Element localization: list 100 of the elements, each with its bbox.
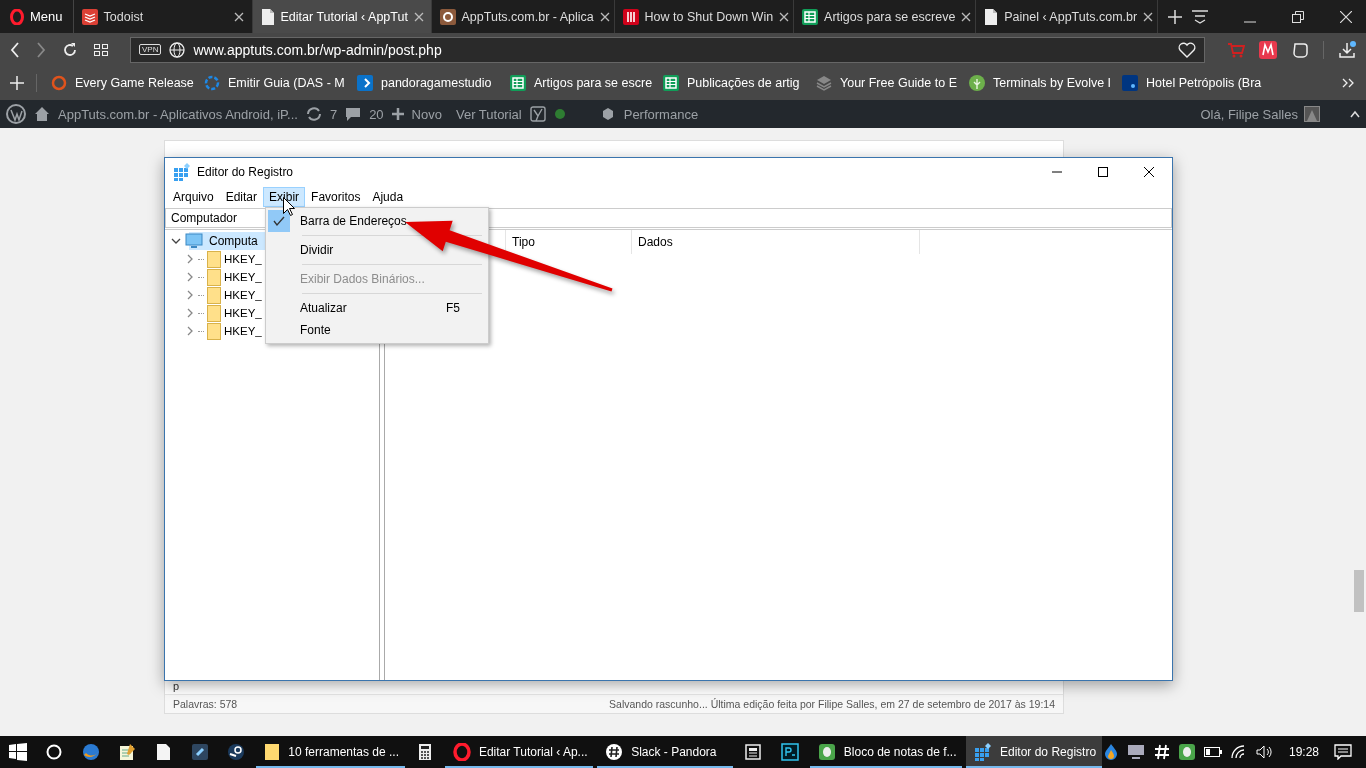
globe-icon — [169, 41, 186, 58]
address-field[interactable]: VPN www.apptuts.com.br/wp-admin/post.php — [130, 36, 1205, 63]
hash-icon — [605, 743, 624, 761]
site-link[interactable]: AppTuts.com.br - Aplicativos Android, iP... — [58, 106, 298, 122]
tree-item[interactable]: HKEY_ — [224, 325, 262, 337]
notepad-icon[interactable] — [118, 743, 137, 761]
wifi-icon[interactable] — [1231, 745, 1247, 759]
bookmark[interactable]: pandoragamestudio — [357, 75, 510, 91]
menu-item[interactable]: Ajuda — [366, 187, 410, 207]
bookmark[interactable]: Emitir Guia (DAS - M — [204, 75, 357, 91]
folder-icon — [207, 286, 221, 304]
taskbar-app[interactable]: Slack - Pandora — [597, 736, 734, 768]
scroll-up-icon[interactable] — [1350, 110, 1360, 118]
reload-icon[interactable] — [62, 41, 78, 58]
download-icon[interactable] — [1338, 40, 1356, 59]
file-icon[interactable] — [154, 743, 173, 761]
back-icon[interactable] — [10, 41, 20, 58]
tree-item[interactable]: Computa — [207, 234, 260, 248]
new-link[interactable]: Novo — [411, 106, 442, 122]
flame-globe-icon[interactable] — [81, 743, 100, 761]
tree-item[interactable]: HKEY_ — [224, 253, 262, 265]
grid-icon[interactable] — [94, 43, 108, 56]
comment-icon — [345, 106, 362, 122]
menu-item[interactable]: Editar — [219, 187, 264, 207]
taskbar-app[interactable]: Editor do Registro — [966, 736, 1102, 768]
pen-tile-icon[interactable] — [190, 743, 209, 761]
ring-icon — [204, 75, 220, 91]
menu-item[interactable]: Favoritos — [305, 187, 367, 207]
monitor-icon[interactable] — [1127, 744, 1145, 760]
tree-item[interactable]: HKEY_ — [224, 271, 262, 283]
maximize-icon — [1098, 167, 1108, 177]
comments-link[interactable]: 20 — [369, 106, 384, 122]
newspaper-icon[interactable] — [744, 743, 763, 761]
close-icon[interactable] — [1143, 11, 1154, 22]
plus-icon[interactable] — [1168, 9, 1182, 24]
bookmark[interactable]: Publicações de artig — [663, 75, 816, 91]
notifications-icon[interactable] — [1334, 744, 1353, 760]
close-icon[interactable] — [1340, 10, 1352, 23]
refresh-icon — [305, 106, 322, 122]
ring-icon — [10, 8, 24, 25]
bookmark[interactable]: Your Free Guide to E — [816, 75, 969, 91]
folder-icon — [207, 304, 221, 322]
dropdown-item[interactable]: Barra de Endereços — [300, 214, 407, 228]
taskbar-app[interactable]: Bloco de notas de f... — [809, 736, 962, 768]
bookmark[interactable]: Artigos para se escre — [510, 75, 663, 91]
column-header[interactable]: Dados — [632, 230, 920, 254]
menu-item[interactable]: Arquivo — [167, 187, 220, 207]
m-square-icon[interactable] — [1259, 40, 1277, 59]
more-icon[interactable] — [1342, 78, 1356, 88]
dropdown-item[interactable]: Fonte — [300, 323, 331, 337]
ps-square-icon[interactable] — [780, 743, 799, 761]
bookmark[interactable]: Hotel Petrópolis (Bra — [1122, 75, 1275, 91]
battery-icon[interactable] — [1204, 747, 1222, 757]
spreadsheet-icon — [663, 75, 679, 91]
close-icon[interactable] — [779, 11, 790, 22]
tree-icon — [969, 75, 985, 91]
page-icon — [984, 8, 999, 25]
ring-icon — [452, 743, 471, 761]
taskbar-app[interactable]: 10 ferramentas de ... — [256, 736, 405, 768]
avatar-icon — [1304, 106, 1320, 122]
greeting-link[interactable]: Olá, Filipe Salles — [1200, 106, 1298, 122]
flame-icon[interactable] — [1104, 744, 1118, 760]
clock[interactable]: 19:28 — [1283, 745, 1326, 759]
bookmark[interactable]: Every Game Release — [51, 75, 204, 91]
dropdown-item[interactable]: Dividir — [300, 243, 334, 257]
close-icon[interactable] — [961, 11, 972, 22]
hash-icon[interactable] — [1154, 744, 1170, 760]
performance-link[interactable]: Performance — [623, 106, 699, 122]
volume-icon[interactable] — [1256, 745, 1274, 759]
search-circle-icon[interactable] — [46, 744, 62, 760]
word-count: Palavras: 578 — [173, 698, 238, 710]
view-link[interactable]: Ver Tutorial — [455, 106, 522, 122]
page-icon — [260, 8, 275, 25]
bookmark[interactable]: Terminals by Evolve I — [969, 75, 1122, 91]
wordpress-logo-icon[interactable] — [6, 104, 26, 124]
folder-icon — [264, 743, 281, 761]
shortcut-text: F5 — [446, 301, 460, 315]
chevron-square-icon — [357, 75, 373, 91]
seo-plugin-icon[interactable] — [529, 106, 546, 122]
tab-menu-icon[interactable] — [1192, 9, 1208, 24]
menu-item[interactable]: Exibir — [263, 187, 306, 207]
tree-item[interactable]: HKEY_ — [224, 289, 262, 301]
vpn-badge[interactable]: VPN — [139, 44, 162, 55]
close-icon[interactable] — [233, 11, 244, 22]
browser-tab[interactable]: Editar Tutorial ‹ AppTut — [252, 0, 432, 33]
forward-icon[interactable] — [36, 41, 46, 58]
restore-icon[interactable] — [1292, 10, 1304, 23]
updates-link[interactable]: 7 — [329, 106, 338, 122]
grid-cubes-icon — [974, 743, 992, 761]
dropdown-item[interactable]: Atualizar — [300, 301, 347, 315]
scrollbar-thumb[interactable] — [1354, 570, 1364, 612]
tree-item[interactable]: HKEY_ — [224, 307, 262, 319]
close-icon[interactable] — [599, 11, 610, 22]
grid-cubes-icon — [173, 163, 191, 181]
chevron-down-icon[interactable] — [171, 236, 181, 246]
plus-icon[interactable] — [10, 76, 24, 90]
start-icon[interactable] — [8, 743, 27, 761]
taskbar-app[interactable]: Editar Tutorial ‹ Ap... — [444, 736, 594, 768]
heart-icon[interactable] — [1178, 41, 1196, 58]
home-icon — [34, 106, 50, 122]
